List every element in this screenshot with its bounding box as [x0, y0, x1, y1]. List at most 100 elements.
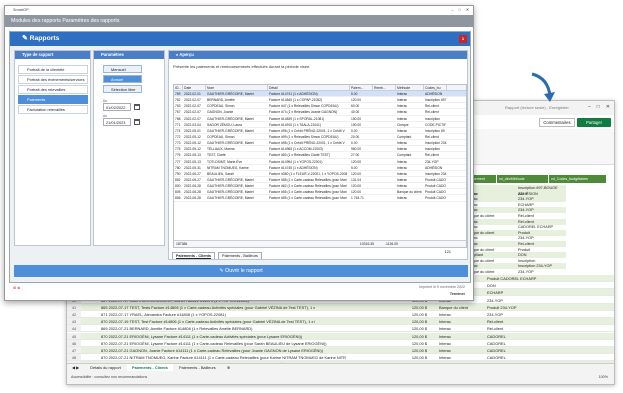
table-row[interactable]: 806 2022-06-28 GAUTHIER-GRÉGOIRE, Mariel Fa… — [174, 195, 466, 202]
maximize-icon[interactable]: □ — [459, 6, 461, 15]
tab-bailleurs[interactable]: Paiements - Bailleurs — [218, 252, 262, 259]
table-cell: 120.00 — [351, 159, 362, 164]
table-cell: 40.00 — [351, 110, 360, 115]
row-text: 870 2022-07-21 NITRAM TNOMUEG, Karine Fa… — [101, 355, 346, 361]
table-cell — [373, 103, 396, 108]
table-cell: 2022-06-28 — [184, 190, 201, 195]
table-cell: 852 — [175, 177, 181, 182]
type-item-payments[interactable]: Paiements — [18, 95, 88, 104]
table-cell — [373, 122, 396, 127]
maximize-icon[interactable]: □ — [597, 104, 600, 110]
accessibility-status[interactable]: Accessibilité : consultez nos recommanda… — [71, 375, 147, 379]
table-header[interactable]: Remb... — [373, 85, 396, 90]
table-header[interactable]: Détail — [268, 85, 350, 90]
table-cell: 234-YOP — [425, 159, 439, 164]
row-text: 871 2022-07-17 YRAEL, Alexandra Facture … — [101, 312, 226, 317]
type-item-billing[interactable]: Facturation relevailles — [18, 105, 88, 114]
close-icon[interactable]: ✕ — [606, 104, 610, 110]
calendar-icon[interactable] — [134, 119, 140, 125]
table-cell — [373, 183, 396, 188]
table-row[interactable]: 42 871 2022-07-17 YRAEL, Alexandra Factur… — [67, 311, 614, 319]
close-icon[interactable]: ✕ — [466, 6, 469, 15]
table-row[interactable]: 47 870 2022-07-21 GAGNON, Joanie Facture … — [67, 347, 614, 355]
table-cell: 0.00 — [351, 141, 358, 146]
type-item-relevailles[interactable]: Portrait des relevailles — [18, 85, 88, 94]
row-number[interactable]: 44 — [67, 325, 81, 332]
finish-button[interactable]: Terminer — [450, 292, 465, 296]
table-row[interactable]: 43 870 2022-07-19 TEST, Test Facture #148… — [67, 318, 614, 326]
monthly-button[interactable]: Mensuel — [103, 65, 142, 73]
table-row[interactable]: 45 870 2022-07-21 ERIOGÈNI, Lysane Factur… — [67, 332, 614, 340]
table-cell: Inscription — [425, 116, 441, 121]
table-cell: Comptant — [397, 134, 412, 139]
table-cell: GAUTHIER-GRÉGOIRE, Mariel — [207, 92, 254, 96]
table-cell: 2022-03-04 — [184, 122, 201, 127]
row-number[interactable]: 42 — [67, 311, 81, 318]
table-cell: NITRAM TNOMUEG, Karine — [207, 165, 249, 170]
zoom-level[interactable]: 100% — [599, 371, 608, 384]
table-header[interactable]: Méthode — [396, 85, 424, 90]
app-nav[interactable]: Modules des rapports Paramètres des rapp… — [5, 15, 473, 27]
table-cell: Rel-client — [425, 153, 439, 158]
row-code: 234-YOP — [487, 297, 504, 303]
footer-refund: -1126.00 — [384, 242, 398, 246]
tab-clients[interactable]: Paiements - Clients — [172, 252, 216, 259]
row-number[interactable]: 45 — [67, 332, 81, 339]
table-header[interactable]: Paiem... — [350, 85, 373, 90]
row-text: 869 2022-07-21 BERNARD, Amélie Facture #… — [101, 326, 253, 332]
table-cell: Facture #62 (1 x Carte-cadeau Relevaille… — [269, 184, 347, 189]
table-cell: 780 — [175, 165, 181, 170]
minimize-icon[interactable]: – — [451, 6, 453, 15]
table-header[interactable]: Codes_bu — [424, 85, 447, 90]
row-number[interactable]: 48 — [67, 354, 81, 361]
table-cell: 768 — [175, 116, 181, 121]
table-header[interactable]: Nom — [206, 85, 268, 90]
table-cell — [373, 146, 396, 151]
share-button[interactable]: Partager — [577, 118, 611, 127]
table-cell: Interac — [397, 196, 408, 201]
settings-icon[interactable]: ⚙ ⊗ — [13, 286, 20, 290]
date-from-field[interactable]: 01/02/2022 — [103, 103, 131, 111]
table-cell: Interac — [397, 92, 408, 96]
table-cell: 120.00 — [351, 171, 362, 176]
table-row[interactable]: 46 870 2022-07-21 ERIOGÈNI, Lysane Factur… — [67, 339, 614, 347]
type-item-clientele[interactable]: Portrait de la clientèle — [18, 65, 88, 74]
row-number[interactable]: 43 — [67, 318, 81, 325]
column-header[interactable]: vd_dévMéthode — [497, 175, 549, 183]
table-row[interactable]: 48 870 2022-07-21 NITRAM TNOMUEG, Karine … — [67, 354, 614, 362]
table-cell: Interac — [397, 141, 408, 146]
open-report-button[interactable]: ✎ Ouvrir le rapport — [14, 265, 468, 277]
table-cell — [373, 177, 396, 182]
row-code: CADOREL — [487, 340, 506, 346]
type-item-events[interactable]: Portrait des événements/services — [18, 75, 88, 84]
column-header[interactable]: vd_Codes_budgétaires — [549, 175, 607, 183]
free-selection-button[interactable]: Sélection libre — [103, 85, 142, 93]
table-cell: 771 — [175, 122, 181, 127]
date-to-field[interactable]: 21/01/2023 — [103, 118, 131, 126]
row-method: Interac — [439, 326, 451, 332]
table-cell: Interac — [397, 147, 408, 152]
table-header[interactable]: Date — [183, 85, 206, 90]
calendar-icon[interactable] — [134, 104, 140, 110]
preview-title: ⌕ Aperçu — [169, 51, 467, 59]
table-cell: Comptant — [397, 153, 412, 158]
table-cell: Interac — [397, 116, 408, 121]
table-row[interactable]: 41 865 2022-07-17 TEST, Tests Facture #14… — [67, 303, 614, 311]
row-number[interactable]: 46 — [67, 339, 81, 346]
table-cell: GAUTHIER-GRÉGOIRE, Mariel — [207, 116, 254, 121]
table-tabs: Paiements - Clients Paiements - Bailleur… — [172, 252, 262, 259]
annual-button[interactable]: Annuel — [103, 75, 142, 83]
comments-button[interactable]: Commentaires — [539, 118, 575, 127]
table-cell: Facture #50 (1 x Relevailles Clarté TEST… — [269, 153, 330, 158]
table-row[interactable]: 44 869 2022-07-21 BERNARD, Amélie Facture… — [67, 325, 614, 333]
minimize-icon[interactable]: – — [588, 104, 591, 110]
table-cell: Facture #14965 (1 x ACCOM-21003) — [269, 147, 323, 152]
row-amount: 120,00 $ — [411, 340, 427, 346]
row-text: 870 2022-07-21 ERIOGÈNI, Lysane Facture … — [101, 340, 327, 346]
table-cell: Inscription 234 — [425, 171, 447, 176]
table-cell: 806 — [175, 196, 181, 201]
table-header[interactable]: ID... — [174, 85, 183, 90]
row-number[interactable]: 41 — [67, 303, 81, 310]
row-number[interactable]: 47 — [67, 347, 81, 354]
table-cell: Facture #14745 (1 x ADHÉSION) — [269, 165, 318, 170]
